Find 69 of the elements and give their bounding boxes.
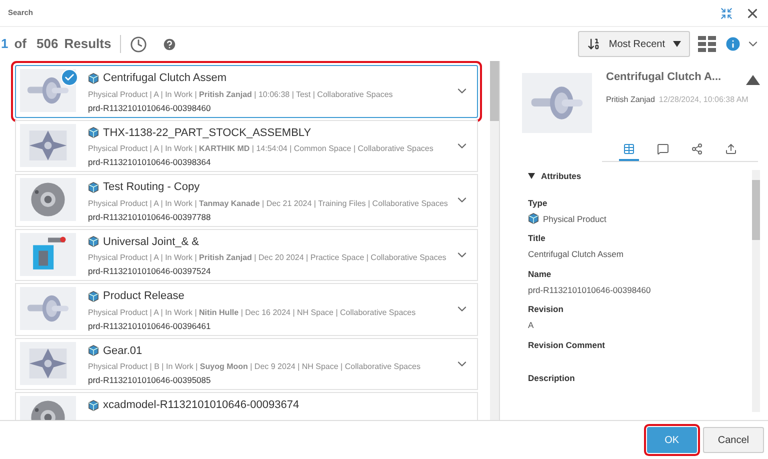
field-value: Centrifugal Clutch Assem xyxy=(528,248,624,261)
field-value: Physical Product xyxy=(543,212,606,226)
result-title: Centrifugal Clutch Assem xyxy=(103,71,226,86)
field-value: prd-R1132101010646-00398460 xyxy=(528,284,652,296)
sort-dropdown[interactable]: Most Recent xyxy=(578,31,690,57)
result-meta: Physical Product | A | In Work | KARTHIK MD | 14:54:04 | Common Space | Collaborative Spaces xyxy=(88,143,434,155)
expanded-triangle-icon xyxy=(528,173,535,180)
cube-icon xyxy=(528,213,539,224)
scrollbar[interactable] xyxy=(752,170,760,412)
result-card[interactable]: Test Routing - Copy Physical Product | A | In Work | Tanmay Kanade | Dec 21 2024 | Training Files | Collaborative Spaces prd-R1132101010646-00397788 xyxy=(15,174,478,226)
sort-icon xyxy=(586,37,601,51)
result-card[interactable]: THX-1138-22_PART_STOCK_ASSEMBLY Physical Product | A | In Work | KARTHIK MD | 14:54:04 | Common Space | Collaborative Spaces prd-R1132101010646-00398364 xyxy=(15,120,478,172)
detail-owner: Pritish Zanjad xyxy=(606,94,655,106)
field-label: Revision xyxy=(528,303,564,316)
result-name: prd-R1132101010646-00397524 xyxy=(88,265,212,277)
collapse-triangle-icon[interactable] xyxy=(746,75,760,85)
help-icon[interactable] xyxy=(162,36,178,52)
scrollbar[interactable] xyxy=(490,61,499,420)
table-icon xyxy=(623,143,635,155)
result-index: 1 xyxy=(1,35,8,54)
network-icon xyxy=(691,143,703,155)
field-label: Title xyxy=(528,232,546,245)
attributes-header[interactable]: Attributes xyxy=(528,170,752,183)
of-label: of xyxy=(14,35,27,54)
cube-icon xyxy=(88,72,99,84)
result-card[interactable]: xcadmodel-R1132101010646-00093674 xyxy=(15,392,478,420)
result-card[interactable]: Gear.01 Physical Product | B | In Work | Suyog Moon | Dec 9 2024 | NH Space | Collaborative Spaces prd-R1132101010646-00395085 xyxy=(15,338,478,390)
result-name: prd-R1132101010646-00397788 xyxy=(88,210,212,222)
cube-icon xyxy=(88,345,99,356)
result-meta: Physical Product | A | In Work | Pritish Zanjad | Dec 20 2024 | Practice Space | Collaborative Spaces xyxy=(88,252,446,264)
cube-icon xyxy=(88,182,99,193)
result-card[interactable]: Universal Joint_& & Physical Product | A | In Work | Pritish Zanjad | Dec 20 2024 | Practice Space | Collaborative Spaces prd-R1132101010646-00397524 xyxy=(15,228,478,281)
result-title: Product Release xyxy=(103,289,184,304)
detail-title: Centrifugal Clutch A... xyxy=(606,70,722,85)
result-name: prd-R1132101010646-00398364 xyxy=(88,156,212,168)
result-meta: Physical Product | B | In Work | Suyog Moon | Dec 9 2024 | NH Space | Collaborative Spaces xyxy=(88,361,420,373)
cancel-button[interactable]: Cancel xyxy=(702,427,764,453)
result-title: Gear.01 xyxy=(103,344,142,358)
result-name: prd-R1132101010646-00398460 xyxy=(88,102,212,114)
result-meta: Physical Product | A | In Work | Pritish Zanjad | 10:06:38 | Test | Collaborative Spaces xyxy=(88,88,393,100)
field-label: Revision Comment xyxy=(528,338,606,352)
cube-icon xyxy=(88,400,99,411)
result-title: THX-1138-22_PART_STOCK_ASSEMBLY xyxy=(103,126,312,140)
field-label: Description xyxy=(528,372,576,384)
field-label: Type xyxy=(528,196,548,210)
collapse-icon[interactable] xyxy=(720,6,733,20)
upload-icon xyxy=(725,143,737,155)
field-label: Name xyxy=(528,268,552,280)
result-meta: Physical Product | A | In Work | Nitin Hulle | Dec 16 2024 | NH Space | Collaborative Spaces xyxy=(88,306,416,318)
cube-icon xyxy=(88,127,99,138)
result-card[interactable]: Product Release Physical Product | A | In Work | Nitin Hulle | Dec 16 2024 | NH Space | Collaborative Spaces prd-R1132101010646-00396461 xyxy=(15,283,478,336)
grid-view-icon[interactable] xyxy=(698,36,716,52)
result-name: prd-R1132101010646-00395085 xyxy=(88,374,212,386)
detail-tab[interactable] xyxy=(619,143,639,161)
history-icon[interactable] xyxy=(130,36,148,52)
comment-icon xyxy=(657,143,669,155)
field-value: A xyxy=(528,319,535,332)
result-total: 506 xyxy=(36,35,58,54)
dropdown-triangle-icon xyxy=(673,41,681,47)
result-name: prd-R1132101010646-00396461 xyxy=(88,320,212,332)
results-label: Results xyxy=(64,35,112,54)
cube-icon xyxy=(88,236,99,248)
result-title: Test Routing - Copy xyxy=(103,180,200,195)
result-title: Universal Joint_& & xyxy=(103,234,199,250)
info-icon[interactable] xyxy=(724,35,742,53)
result-title: xcadmodel-R1132101010646-00093674 xyxy=(103,398,300,413)
result-meta: Physical Product | A | In Work | Tanmay Kanade | Dec 21 2024 | Training Files | Collaborative Spaces xyxy=(88,198,448,210)
cube-icon xyxy=(88,290,99,302)
detail-date: 12/28/2024, 10:06:38 AM xyxy=(658,94,748,106)
